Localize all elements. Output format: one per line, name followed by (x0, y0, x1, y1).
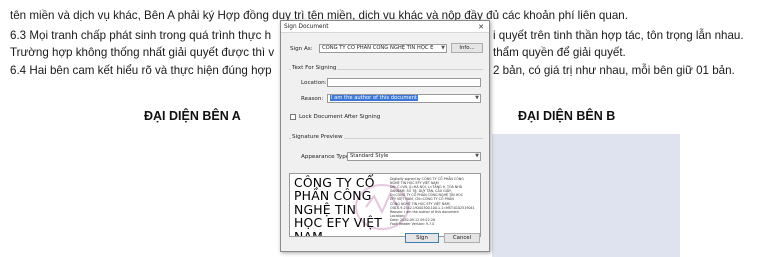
reason-label: Reason: (301, 96, 324, 102)
appearance-type-label: Appearance Type: (301, 154, 352, 160)
sign-as-value: CÔNG TY CỔ PHẦN CÔNG NGHỆ TIN HỌC E (322, 45, 434, 51)
appearance-type-select[interactable]: Standard Style ▼ (347, 152, 481, 161)
doc-line-3-left: Trường hợp không thống nhất giải quyết đ… (10, 46, 275, 59)
signature-placement-area[interactable] (492, 134, 680, 257)
close-icon[interactable]: ✕ (476, 21, 486, 33)
lock-document-label: Lock Document After Signing (299, 114, 381, 120)
info-button[interactable]: Info... (451, 43, 483, 53)
preview-signer-name: CÔNG TY CỔ PHẦN CÔNG NGHỆ TIN HỌC EFY VI… (294, 175, 383, 237)
preview-detail-line: Foxit Reader Version: 9.7.0 (390, 222, 435, 227)
sign-document-dialog: Sign Document ✕ Sign As: CÔNG TY CỔ PHẦN… (280, 20, 490, 252)
chevron-down-icon: ▼ (475, 95, 479, 101)
location-label: Location: (301, 80, 327, 86)
doc-line-3-right: thẩm quyền để giải quyết. (493, 46, 626, 59)
doc-line-4-right: 2 bản, có giá trị như nhau, mỗi bên giữ … (493, 64, 735, 77)
location-field[interactable] (327, 78, 481, 87)
doc-line-2-left: 6.3 Mọi tranh chấp phát sinh trong quá t… (10, 29, 272, 42)
preview-details: Digitally signed by CÔNG TY CỔ PHẦN CÔNG… (390, 177, 480, 226)
sign-as-label: Sign As: (290, 46, 313, 52)
lock-document-checkbox[interactable] (290, 114, 296, 120)
appearance-type-value: Standard Style (350, 153, 389, 159)
signature-preview-box: CÔNG TY CỔ PHẦN CÔNG NGHỆ TIN HỌC EFY VI… (289, 173, 481, 237)
reason-value: I am the author of this document (330, 95, 418, 101)
signature-preview-label: Signature Preview (291, 134, 344, 140)
representative-a-heading: ĐẠI DIỆN BÊN A (144, 109, 241, 123)
text-for-signing-label: Text For Signing (291, 65, 338, 71)
sign-button[interactable]: Sign (405, 233, 439, 243)
representative-b-heading: ĐẠI DIỆN BÊN B (518, 109, 616, 123)
sign-as-select[interactable]: CÔNG TY CỔ PHẦN CÔNG NGHỆ TIN HỌC E ▼ (319, 44, 447, 53)
chevron-down-icon: ▼ (475, 153, 479, 159)
doc-line-4-left: 6.4 Hai bên cam kết hiểu rõ và thực hiện… (10, 64, 272, 77)
dialog-title: Sign Document (281, 21, 489, 33)
doc-line-2-right: i quyết trên tinh thần hợp tác, tôn trọn… (493, 29, 744, 42)
chevron-down-icon: ▼ (441, 45, 445, 51)
cancel-button[interactable]: Cancel (444, 233, 480, 243)
reason-select[interactable]: I am the author of this document ▼ (327, 94, 481, 103)
